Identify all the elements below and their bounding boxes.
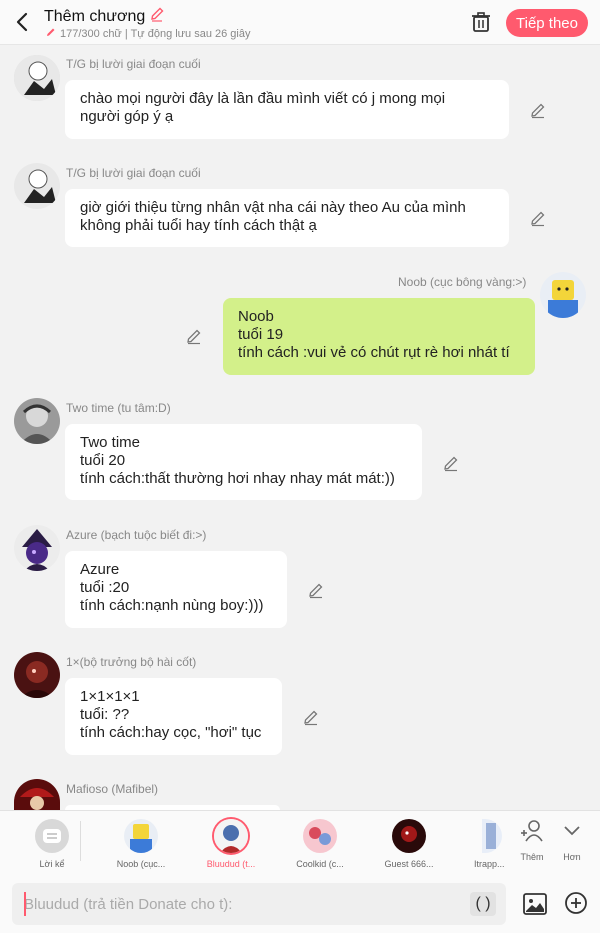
character-avatar bbox=[124, 819, 158, 853]
message-line: chào mọi người đây là lần đầu mình viết … bbox=[80, 90, 446, 107]
character-avatar bbox=[303, 819, 337, 853]
trash-icon[interactable] bbox=[470, 11, 492, 33]
edit-icon[interactable] bbox=[302, 708, 320, 726]
next-button[interactable]: Tiếp theo bbox=[506, 9, 588, 37]
message-line: 1×1×1×1 bbox=[80, 688, 140, 705]
avatar-two-time[interactable] bbox=[14, 398, 60, 444]
character-selector-bar: Lời kể Noob (cục... Bluudud (t... Coolki… bbox=[0, 810, 600, 877]
edit-icon[interactable] bbox=[442, 454, 460, 472]
message-line: tính cách:nạnh nùng boy:))) bbox=[80, 597, 264, 614]
avatar-mafioso[interactable] bbox=[14, 779, 60, 810]
character-avatar bbox=[482, 819, 502, 853]
message-bubble[interactable]: Two time tuổi 20 tính cách:thất thường h… bbox=[65, 424, 422, 500]
edit-icon[interactable] bbox=[529, 209, 547, 227]
parenthesis-button[interactable]: ( ) bbox=[470, 892, 496, 916]
character-bluudud[interactable]: Bluudud (t... bbox=[196, 815, 266, 869]
add-label: Thêm bbox=[520, 852, 544, 862]
message-line: tuổi 20 bbox=[80, 452, 126, 469]
author-name: Two time (tu tâm:D) bbox=[66, 401, 171, 415]
small-pencil-icon bbox=[46, 27, 56, 40]
character-narrator[interactable]: Lời kể bbox=[17, 815, 87, 869]
author-name: Mafioso (Mafibel) bbox=[66, 782, 159, 796]
edit-icon[interactable] bbox=[307, 581, 325, 599]
more-button[interactable]: Hơn bbox=[554, 819, 590, 862]
avatar-azure[interactable] bbox=[14, 525, 60, 571]
more-label: Hơn bbox=[563, 852, 581, 862]
message-line: Two time bbox=[80, 434, 141, 451]
edit-icon[interactable] bbox=[185, 327, 203, 345]
author-name: 1×(bộ trưởng bộ hài cốt) bbox=[66, 655, 197, 669]
add-character-button[interactable]: Thêm bbox=[514, 819, 550, 862]
avatar-author[interactable] bbox=[14, 163, 60, 209]
message-bubble[interactable]: 1×1×1×1 tuổi: ?? tính cách:hay cọc, "hơi… bbox=[65, 678, 282, 755]
message-line: giờ giới thiệu từng nhân vật nha cái này… bbox=[80, 199, 466, 216]
author-name: Azure (bạch tuộc biết đi:>) bbox=[66, 528, 207, 542]
message-line: Noob bbox=[238, 308, 274, 325]
word-count-status: 177/300 chữ | Tự động lưu sau 26 giây bbox=[46, 27, 250, 40]
character-label: Bluudud (t... bbox=[206, 859, 256, 869]
avatar-1x[interactable] bbox=[14, 652, 60, 698]
avatar-noob[interactable] bbox=[540, 272, 586, 318]
pencil-icon[interactable] bbox=[149, 6, 165, 27]
character-noob[interactable]: Noob (cục... bbox=[106, 815, 176, 869]
author-name: T/G bị lười giai đoạn cuối bbox=[66, 166, 201, 180]
add-person-icon bbox=[521, 820, 543, 842]
message-bubble[interactable]: Azure tuổi :20 tính cách:nạnh nùng boy:)… bbox=[65, 551, 287, 628]
message-bubble[interactable]: giờ giới thiệu từng nhân vật nha cái này… bbox=[65, 189, 509, 247]
chevron-down-icon bbox=[564, 826, 580, 836]
character-label: Noob (cục... bbox=[116, 859, 166, 869]
character-coolkid[interactable]: Coolkid (c... bbox=[285, 815, 355, 869]
character-label: Itrapp... bbox=[474, 859, 505, 869]
character-itrapped[interactable]: Itrapp... bbox=[458, 815, 518, 869]
message-line: người góp ý ạ bbox=[80, 108, 174, 125]
message-bubble[interactable]: chào mọi người đây là lần đầu mình viết … bbox=[65, 80, 509, 139]
edit-icon[interactable] bbox=[529, 101, 547, 119]
add-circle-icon[interactable] bbox=[564, 891, 588, 915]
message-line: tính cách:thất thường hơi nhay nhay mát … bbox=[80, 470, 395, 487]
page-title-text: Thêm chương bbox=[44, 7, 146, 25]
character-avatar bbox=[214, 819, 248, 853]
message-input[interactable]: Bluudud (trả tiền Donate cho t): ( ) bbox=[12, 883, 506, 925]
page-title: Thêm chương bbox=[44, 6, 165, 27]
message-line: tuổi: ?? bbox=[80, 706, 130, 723]
message-line: tuổi 19 bbox=[238, 326, 284, 343]
input-placeholder: Bluudud (trả tiền Donate cho t): bbox=[24, 895, 233, 913]
divider bbox=[80, 821, 81, 861]
character-avatar bbox=[392, 819, 426, 853]
character-label: Coolkid (c... bbox=[296, 859, 344, 869]
image-icon[interactable] bbox=[522, 891, 548, 917]
subtitle-text: 177/300 chữ | Tự động lưu sau 26 giây bbox=[60, 27, 251, 40]
message-bubble[interactable]: Noob tuổi 19 tính cách :vui vẻ có chút r… bbox=[223, 298, 535, 375]
message-line: tuổi :20 bbox=[80, 579, 130, 596]
composer-bar: Bluudud (trả tiền Donate cho t): ( ) bbox=[0, 876, 600, 933]
message-line: tính cách:hay cọc, "hơi" tục bbox=[80, 724, 262, 741]
back-arrow-icon[interactable] bbox=[10, 8, 34, 36]
avatar-author[interactable] bbox=[14, 55, 60, 101]
character-label: Lời kể bbox=[39, 859, 65, 869]
top-bar: Thêm chương 177/300 chữ | Tự động lưu sa… bbox=[0, 0, 600, 45]
message-line: Azure bbox=[80, 561, 120, 578]
character-label: Guest 666... bbox=[384, 859, 434, 869]
author-name: Noob (cục bông vàng:>) bbox=[398, 275, 527, 289]
message-line: tính cách :vui vẻ có chút rụt rè hơi nhá… bbox=[238, 344, 510, 361]
character-guest666[interactable]: Guest 666... bbox=[374, 815, 444, 869]
narrator-icon bbox=[35, 819, 69, 853]
author-name: T/G bị lười giai đoạn cuối bbox=[66, 57, 201, 71]
text-caret bbox=[24, 892, 26, 916]
message-line: không phải tuổi hay tính cách thật ạ bbox=[80, 217, 317, 234]
